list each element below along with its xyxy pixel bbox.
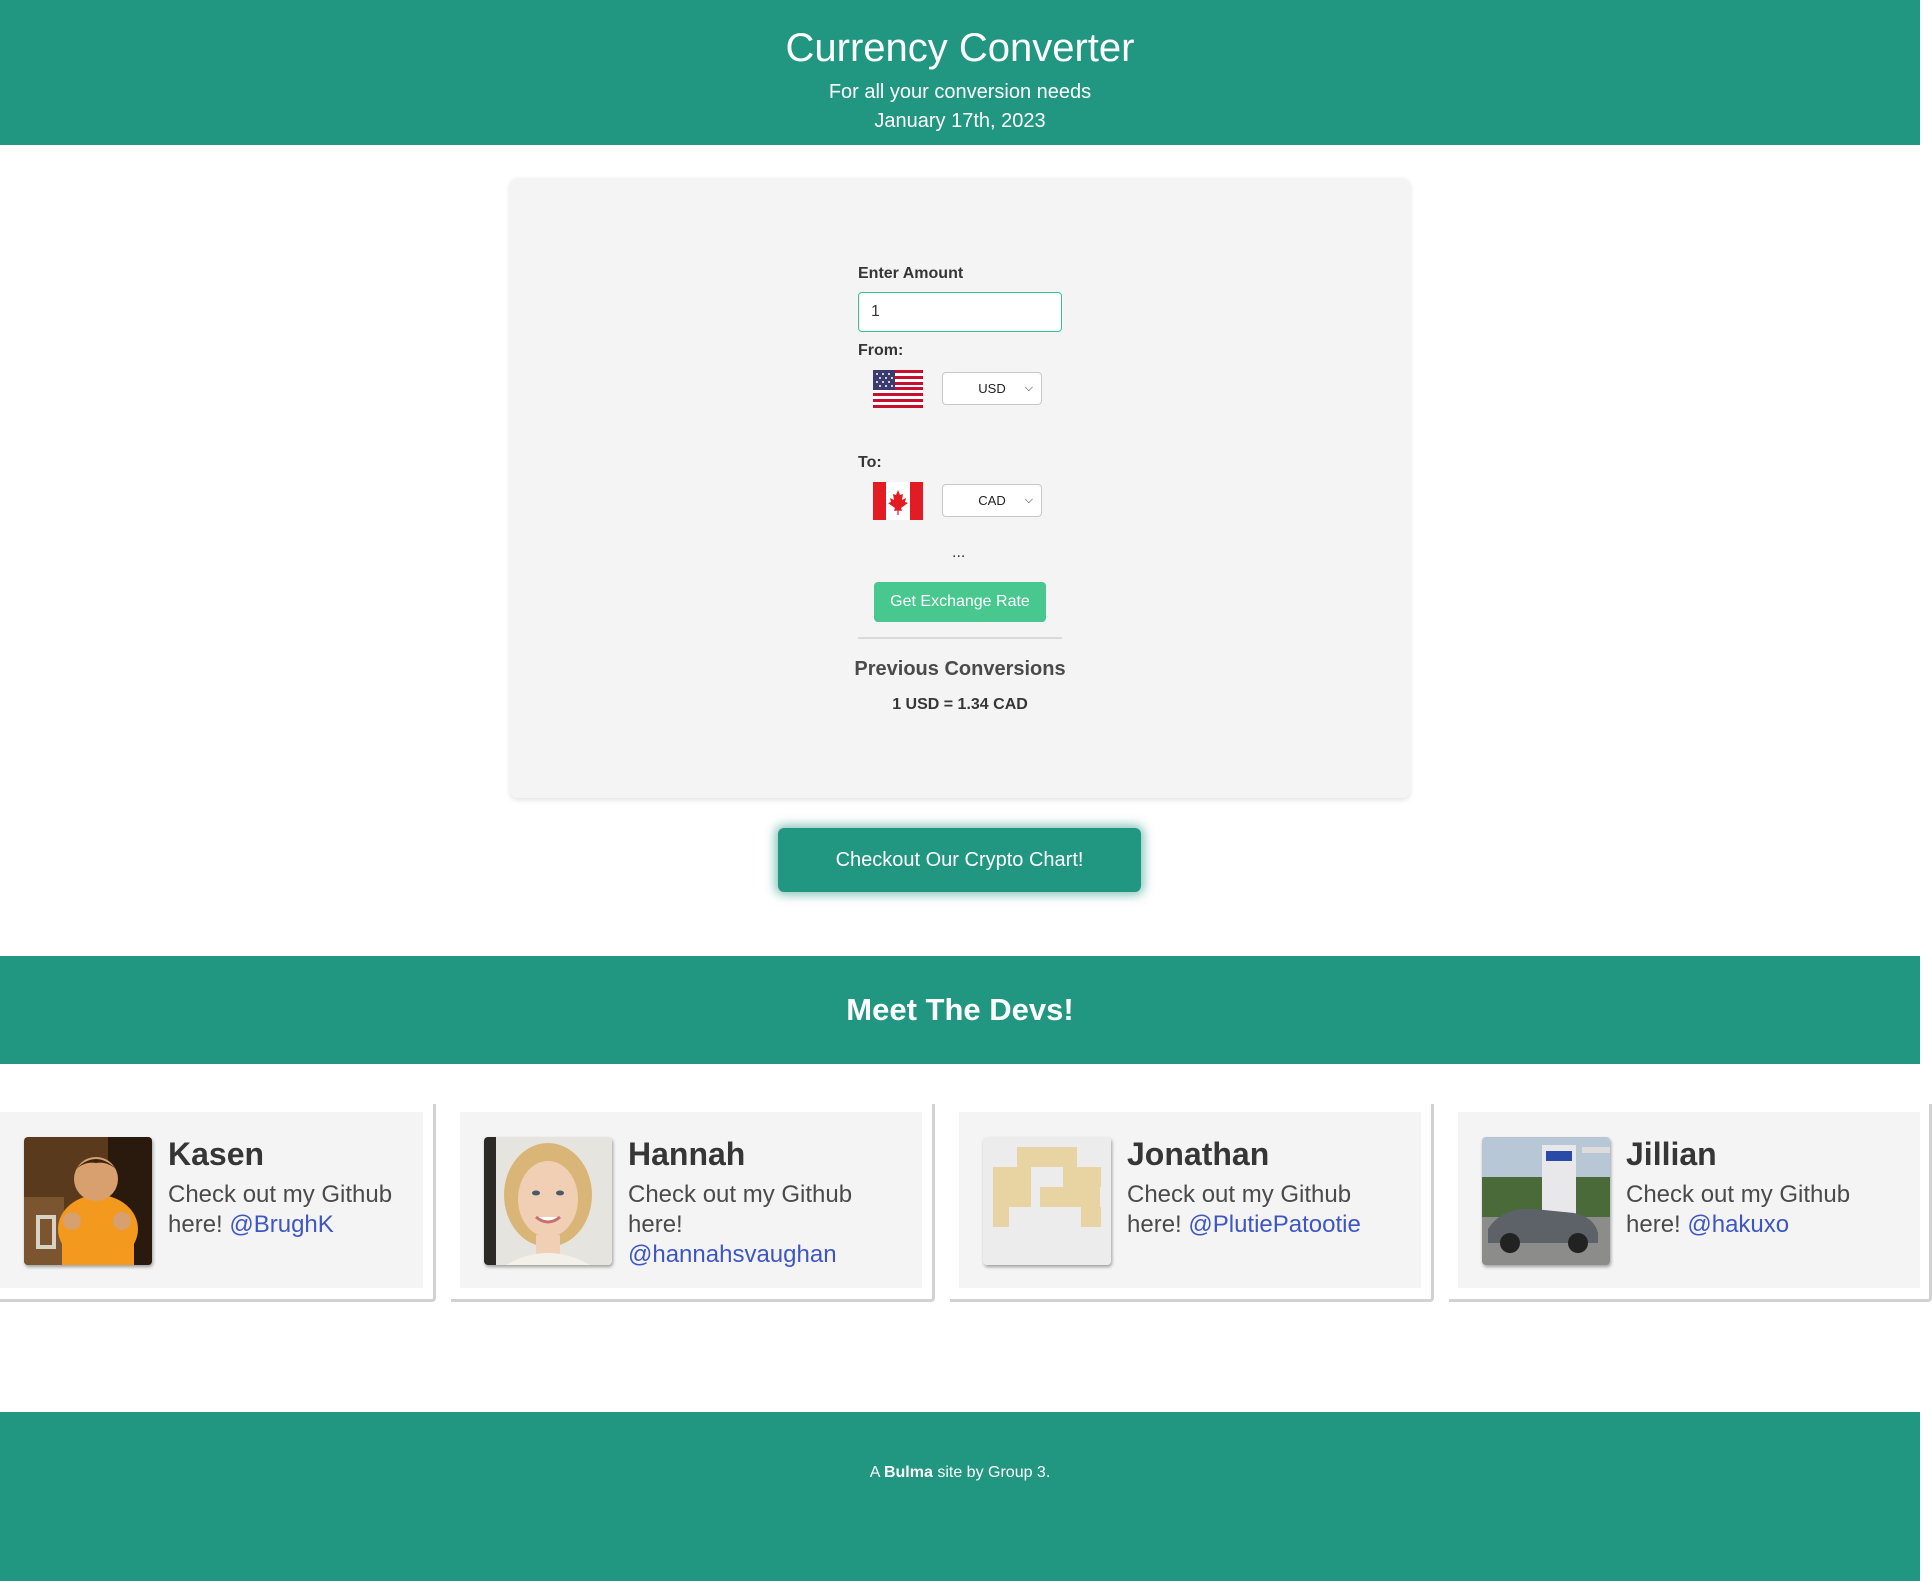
dev-description: Check out my Github here! @hannahsvaugha… — [628, 1180, 888, 1270]
dev-cta-text: Check out my Github here! — [628, 1181, 853, 1238]
get-exchange-rate-button[interactable]: Get Exchange Rate — [874, 582, 1046, 622]
dev-name: Kasen — [168, 1136, 265, 1172]
previous-conversion-item: 1 USD = 1.34 CAD — [892, 696, 1028, 713]
dev-description: Check out my Github here! @hakuxo — [1626, 1180, 1886, 1240]
previous-conversions-title: Previous Conversions — [854, 658, 1066, 680]
conversion-result: ... — [952, 544, 966, 561]
github-link[interactable]: @hannahsvaughan — [628, 1241, 837, 1268]
dev-name: Jillian — [1626, 1136, 1717, 1172]
from-currency-select[interactable]: USD ⌵ — [942, 372, 1042, 405]
footer-suffix: site by Group 3. — [937, 1464, 1051, 1481]
to-currency-value: CAD — [978, 493, 1006, 508]
chevron-down-icon: ⌵ — [1024, 382, 1033, 394]
footer: A Bulma site by Group 3. — [0, 1412, 1920, 1581]
avatar — [24, 1137, 152, 1265]
divider — [858, 637, 1062, 639]
avatar — [1482, 1137, 1610, 1265]
us-flag-icon — [873, 370, 923, 408]
github-link[interactable]: @hakuxo — [1687, 1211, 1789, 1238]
footer-text: A Bulma site by Group 3. — [0, 1464, 1920, 1482]
avatar — [983, 1137, 1111, 1265]
to-label: To: — [858, 454, 882, 471]
dev-description: Check out my Github here! @PlutiePatooti… — [1127, 1180, 1387, 1240]
dev-name: Jonathan — [1127, 1136, 1270, 1172]
chevron-down-icon: ⌵ — [1024, 494, 1033, 506]
footer-prefix: A — [869, 1464, 880, 1481]
dev-name: Hannah — [628, 1136, 746, 1172]
meet-devs-banner: Meet The Devs! — [0, 956, 1920, 1064]
from-currency-value: USD — [978, 381, 1006, 396]
page-title: Currency Converter — [785, 26, 1135, 70]
github-link[interactable]: @PlutiePatootie — [1188, 1211, 1360, 1238]
dev-description: Check out my Github here! @BrughK — [168, 1180, 428, 1240]
page-subtitle: For all your conversion needs — [828, 81, 1092, 103]
header-hero: Currency Converter For all your conversi… — [0, 0, 1920, 145]
crypto-chart-button[interactable]: Checkout Our Crypto Chart! — [778, 828, 1141, 892]
amount-input[interactable] — [858, 292, 1062, 332]
current-date: January 17th, 2023 — [874, 110, 1046, 132]
from-label: From: — [858, 342, 904, 359]
avatar — [484, 1137, 612, 1265]
canada-flag-icon — [873, 482, 923, 520]
github-link[interactable]: @BrughK — [229, 1211, 333, 1238]
to-currency-select[interactable]: CAD ⌵ — [942, 484, 1042, 517]
bulma-link[interactable]: Bulma — [884, 1464, 933, 1481]
amount-label: Enter Amount — [858, 265, 964, 282]
